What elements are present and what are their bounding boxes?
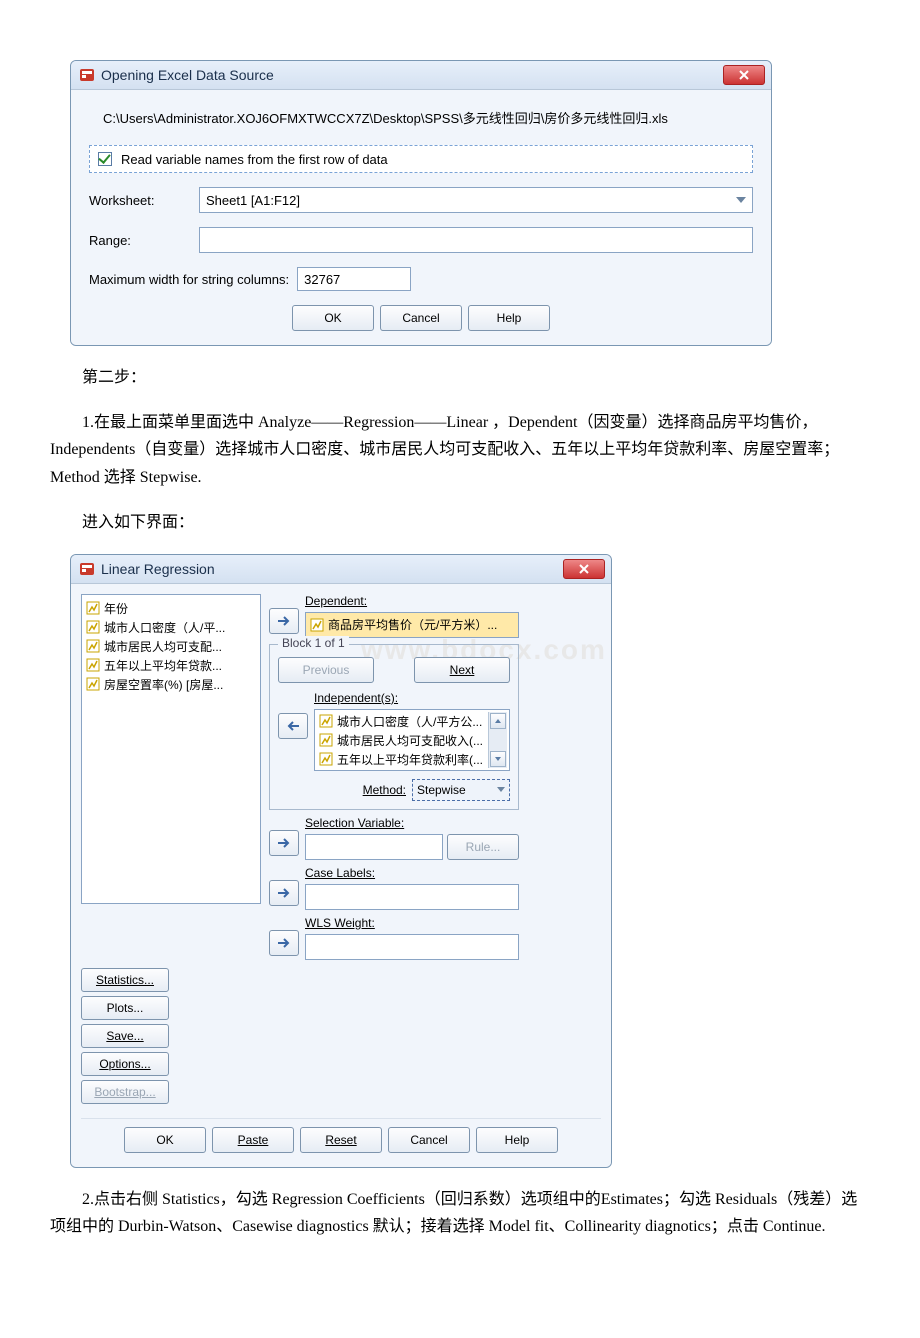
dependent-value: 商品房平均售价（元/平方米）... xyxy=(328,616,497,633)
list-item[interactable]: 五年以上平均年贷款利率(... xyxy=(319,750,488,768)
file-path: C:\Users\Administrator.XOJ6OFMXTWCCX7Z\D… xyxy=(103,108,753,127)
dialog-title: Linear Regression xyxy=(101,561,215,577)
scale-icon xyxy=(86,601,100,615)
dependent-label: Dependent: xyxy=(305,594,519,608)
read-varnames-label: Read variable names from the first row o… xyxy=(121,152,388,167)
independents-label: Independent(s): xyxy=(314,691,510,705)
titlebar: Linear Regression xyxy=(71,555,611,584)
paste-button[interactable]: Paste xyxy=(212,1127,294,1153)
bootstrap-button[interactable]: Bootstrap... xyxy=(81,1080,169,1104)
move-to-independents-button[interactable] xyxy=(278,713,308,739)
move-to-selection-button[interactable] xyxy=(269,830,299,856)
worksheet-label: Worksheet: xyxy=(89,193,199,208)
list-item[interactable]: 房屋空置率(%) [房屋... xyxy=(86,675,256,694)
cancel-button[interactable]: Cancel xyxy=(380,305,462,331)
scale-icon xyxy=(86,620,100,634)
list-item-label: 城市人口密度（人/平... xyxy=(104,619,225,636)
paragraph-2: 2.点击右侧 Statistics，勾选 Regression Coeffici… xyxy=(50,1186,870,1240)
plots-button[interactable]: Plots... xyxy=(81,996,169,1020)
help-button[interactable]: Help xyxy=(468,305,550,331)
list-item-label: 五年以上平均年贷款利率(... xyxy=(337,751,483,768)
scale-icon xyxy=(319,752,333,766)
close-button[interactable] xyxy=(723,65,765,85)
list-item-label: 五年以上平均年贷款... xyxy=(104,657,222,674)
method-value: Stepwise xyxy=(417,783,466,797)
read-varnames-checkbox[interactable] xyxy=(98,152,112,166)
maxwidth-value: 32767 xyxy=(304,272,340,287)
variable-list[interactable]: 年份 城市人口密度（人/平... 城市居民人均可支配... 五年以上平均年贷款.… xyxy=(81,594,261,904)
move-to-wls-button[interactable] xyxy=(269,930,299,956)
ok-button[interactable]: OK xyxy=(292,305,374,331)
worksheet-dropdown[interactable]: Sheet1 [A1:F12] xyxy=(199,187,753,213)
titlebar: Opening Excel Data Source xyxy=(71,61,771,90)
spss-icon xyxy=(79,67,95,83)
scale-icon xyxy=(319,714,333,728)
list-item-label: 城市居民人均可支配收入(... xyxy=(337,732,483,749)
list-item[interactable]: 城市居民人均可支配... xyxy=(86,637,256,656)
case-labels-label: Case Labels: xyxy=(305,866,519,880)
scale-icon xyxy=(319,733,333,747)
block-fieldset: Block 1 of 1 Previous Next Independent(s… xyxy=(269,644,519,810)
list-item-label: 城市居民人均可支配... xyxy=(104,638,222,655)
paragraph-1: 1.在最上面菜单里面选中 Analyze——Regression——Linear… xyxy=(50,409,870,491)
dialog-title: Opening Excel Data Source xyxy=(101,67,274,83)
rule-button[interactable]: Rule... xyxy=(447,834,519,860)
ok-button[interactable]: OK xyxy=(124,1127,206,1153)
reset-button[interactable]: Reset xyxy=(300,1127,382,1153)
options-button[interactable]: Options... xyxy=(81,1052,169,1076)
step2-heading: 第二步： xyxy=(50,364,870,391)
scroll-down-button[interactable] xyxy=(490,751,506,767)
scroll-up-button[interactable] xyxy=(490,713,506,729)
close-button[interactable] xyxy=(563,559,605,579)
save-button[interactable]: Save... xyxy=(81,1024,169,1048)
wls-weight-field[interactable] xyxy=(305,934,519,960)
opening-excel-dialog: Opening Excel Data Source C:\Users\Admin… xyxy=(70,60,772,346)
list-item-label: 年份 xyxy=(104,600,128,617)
list-item[interactable]: 城市人口密度（人/平方公... xyxy=(319,712,488,731)
wls-weight-label: WLS Weight: xyxy=(305,916,519,930)
maxwidth-label: Maximum width for string columns: xyxy=(89,272,289,287)
statistics-button[interactable]: Statistics... xyxy=(81,968,169,992)
scale-icon xyxy=(310,618,324,632)
selection-variable-field[interactable] xyxy=(305,834,443,860)
method-dropdown[interactable]: Stepwise xyxy=(412,779,510,801)
maxwidth-input[interactable]: 32767 xyxy=(297,267,411,291)
block-legend: Block 1 of 1 xyxy=(278,636,349,650)
worksheet-value: Sheet1 [A1:F12] xyxy=(206,193,300,208)
previous-button[interactable]: Previous xyxy=(278,657,374,683)
range-label: Range: xyxy=(89,233,199,248)
scale-icon xyxy=(86,658,100,672)
dependent-field[interactable]: 商品房平均售价（元/平方米）... xyxy=(305,612,519,638)
range-input[interactable] xyxy=(199,227,753,253)
spss-icon xyxy=(79,561,95,577)
list-item[interactable]: 五年以上平均年贷款... xyxy=(86,656,256,675)
scale-icon xyxy=(86,639,100,653)
move-to-caselabels-button[interactable] xyxy=(269,880,299,906)
case-labels-field[interactable] xyxy=(305,884,519,910)
move-to-dependent-button[interactable] xyxy=(269,608,299,634)
read-varnames-checkbox-row[interactable]: Read variable names from the first row o… xyxy=(89,145,753,173)
paragraph-enter: 进入如下界面： xyxy=(50,509,870,536)
list-item-label: 房屋空置率(%) [房屋... xyxy=(104,676,223,693)
help-button[interactable]: Help xyxy=(476,1127,558,1153)
list-item[interactable]: 城市居民人均可支配收入(... xyxy=(319,731,488,750)
independents-list[interactable]: 城市人口密度（人/平方公... 城市居民人均可支配收入(... 五年以上平均年贷… xyxy=(314,709,510,771)
method-label: Method: xyxy=(363,783,406,797)
list-item[interactable]: 年份 xyxy=(86,599,256,618)
selection-variable-label: Selection Variable: xyxy=(305,816,519,830)
list-item[interactable]: 城市人口密度（人/平... xyxy=(86,618,256,637)
linear-regression-dialog: Linear Regression www.bdocx.com 年份 城市人口密… xyxy=(70,554,612,1168)
next-button[interactable]: Next xyxy=(414,657,510,683)
scale-icon xyxy=(86,677,100,691)
cancel-button[interactable]: Cancel xyxy=(388,1127,470,1153)
list-item-label: 城市人口密度（人/平方公... xyxy=(337,713,482,730)
scrollbar[interactable] xyxy=(488,712,507,768)
